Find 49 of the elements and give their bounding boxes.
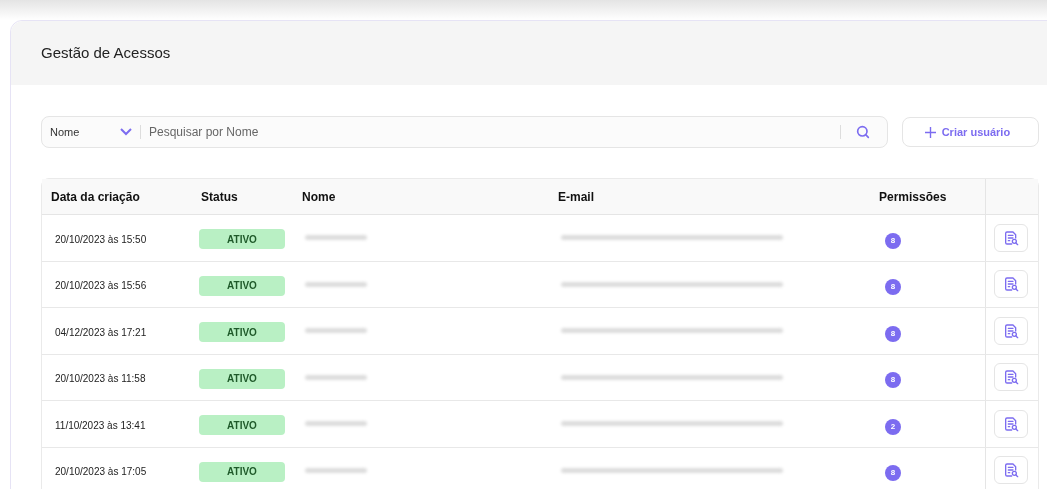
column-header: E-mail bbox=[558, 189, 594, 204]
view-details-button[interactable] bbox=[994, 456, 1028, 485]
chevron-down-icon bbox=[120, 128, 132, 136]
document-search-icon bbox=[1003, 322, 1019, 339]
permissions-count-badge: 2 bbox=[885, 418, 901, 435]
view-details-button[interactable] bbox=[994, 363, 1028, 392]
permissions-count-badge: 8 bbox=[885, 279, 901, 296]
document-search-icon bbox=[1003, 369, 1019, 386]
status-badge: ATIVO bbox=[199, 461, 285, 482]
document-search-icon bbox=[1003, 415, 1019, 432]
redacted-name bbox=[305, 467, 367, 473]
redacted-name bbox=[305, 374, 367, 380]
permissions-count-badge: 8 bbox=[885, 325, 901, 342]
view-details-button[interactable] bbox=[994, 409, 1028, 438]
date-cell: 20/10/2023 às 15:56 bbox=[55, 280, 147, 292]
permissions-count-badge: 8 bbox=[885, 372, 901, 389]
search-icon[interactable] bbox=[854, 124, 871, 140]
create-user-button[interactable]: Criar usuário bbox=[901, 117, 1039, 147]
view-details-button[interactable] bbox=[994, 223, 1028, 252]
date-cell: 20/10/2023 às 11:58 bbox=[55, 373, 146, 385]
redacted-name bbox=[305, 281, 367, 287]
document-search-icon bbox=[1003, 229, 1019, 246]
permissions-count-badge: 8 bbox=[885, 465, 901, 482]
date-cell: 20/10/2023 às 17:05 bbox=[55, 466, 147, 478]
view-details-button[interactable] bbox=[994, 270, 1028, 299]
date-cell: 04/12/2023 às 17:21 bbox=[55, 326, 147, 338]
search-input[interactable]: Pesquisar por Nome bbox=[149, 123, 826, 141]
document-search-icon bbox=[1003, 462, 1019, 479]
page-title: Gestão de Acessos bbox=[41, 42, 171, 63]
status-badge: ATIVO bbox=[199, 415, 285, 436]
date-cell: 11/10/2023 às 13:41 bbox=[55, 419, 146, 431]
column-header: Nome bbox=[302, 189, 336, 204]
view-details-button[interactable] bbox=[994, 316, 1028, 345]
document-search-icon bbox=[1003, 276, 1019, 293]
column-header: Permissões bbox=[879, 188, 947, 206]
status-badge: ATIVO bbox=[199, 368, 285, 389]
status-badge: ATIVO bbox=[199, 322, 285, 343]
filter-dropdown[interactable]: Nome bbox=[50, 123, 132, 141]
status-badge: ATIVO bbox=[199, 275, 285, 296]
status-badge: ATIVO bbox=[199, 229, 285, 250]
plus-icon bbox=[924, 126, 936, 138]
column-header: Data da criação bbox=[51, 189, 140, 204]
date-cell: 20/10/2023 às 15:50 bbox=[55, 233, 147, 245]
column-header: Status bbox=[201, 189, 238, 204]
redacted-name bbox=[305, 421, 367, 427]
permissions-count-badge: 8 bbox=[885, 232, 901, 249]
search-bar[interactable]: Nome Pesquisar por Nome bbox=[41, 116, 888, 148]
redacted-name bbox=[305, 235, 367, 241]
redacted-name bbox=[305, 328, 367, 334]
